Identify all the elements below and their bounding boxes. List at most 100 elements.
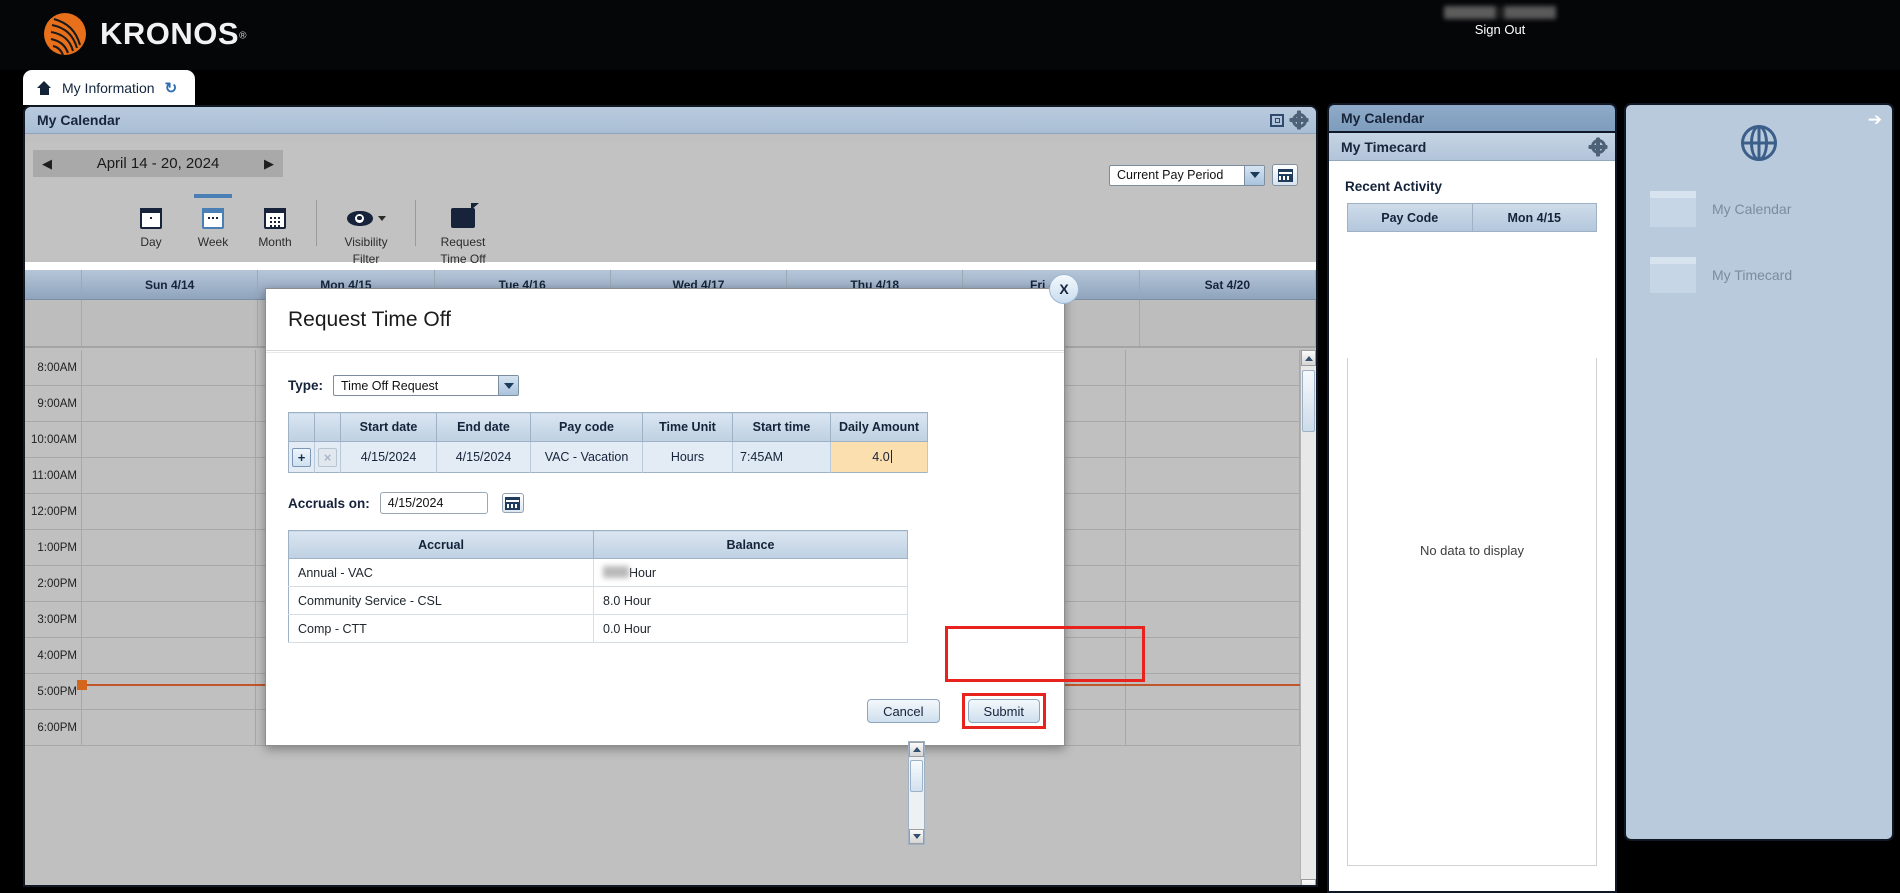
slot-cell[interactable]: [82, 350, 256, 385]
type-select[interactable]: Time Off Request: [333, 375, 520, 396]
all-day-gutter: [25, 300, 82, 346]
eye-icon: [327, 204, 405, 232]
visibility-filter-label2: Filter: [352, 252, 380, 266]
active-view-indicator: [194, 194, 232, 198]
slot-cell[interactable]: [1126, 602, 1300, 637]
launcher-item-my-calendar[interactable]: My Calendar: [1650, 191, 1892, 227]
time-label: 9:00AM: [25, 386, 82, 421]
next-period-button[interactable]: ▶: [264, 156, 274, 172]
chevron-down-icon[interactable]: [498, 376, 519, 395]
slot-cell[interactable]: [1126, 458, 1300, 493]
type-label: Type:: [288, 378, 324, 393]
slot-cell[interactable]: [1126, 350, 1300, 385]
slot-cell[interactable]: [82, 458, 256, 493]
day-header-sun: Sun 4/14: [82, 270, 259, 299]
slot-cell[interactable]: [82, 494, 256, 529]
pay-period-value: Current Pay Period: [1117, 168, 1224, 182]
dialog-buttons: Cancel Submit: [867, 693, 1046, 729]
slot-cell[interactable]: [82, 422, 256, 457]
view-button-day[interactable]: Day: [120, 194, 182, 249]
slot-cell[interactable]: [1126, 674, 1300, 709]
slot-cell[interactable]: [82, 530, 256, 565]
submit-button[interactable]: Submit: [967, 699, 1040, 723]
accruals-scrollbar[interactable]: [908, 741, 925, 845]
add-row-button[interactable]: +: [292, 447, 311, 467]
time-label: 8:00AM: [25, 350, 82, 385]
view-button-month[interactable]: Month: [244, 194, 306, 249]
slot-cell[interactable]: [82, 674, 256, 709]
view-buttons: Day Week Month Visibility Filter Request…: [120, 194, 500, 266]
accruals-balance-table: Accrual Balance Annual - VAC Hour Commun…: [288, 530, 908, 643]
calendar-picker-icon[interactable]: [1272, 164, 1298, 186]
scroll-down-button[interactable]: [1301, 879, 1316, 885]
slot-cell[interactable]: [1126, 566, 1300, 601]
cell-daily-amount[interactable]: 4.0: [830, 441, 928, 473]
accruals-on-label: Accruals on:: [288, 495, 370, 511]
visibility-filter-button[interactable]: Visibility Filter: [327, 194, 405, 266]
slot-cell[interactable]: [82, 602, 256, 637]
tab-my-information[interactable]: My Information ↻: [23, 70, 196, 105]
accruals-date-input[interactable]: 4/15/2024: [379, 492, 488, 514]
column-header-pay-code: Pay code: [530, 412, 643, 442]
scroll-down-button[interactable]: [909, 829, 924, 844]
cell-start-time[interactable]: 7:45AM: [732, 441, 831, 473]
gear-icon[interactable]: [1288, 110, 1310, 130]
view-button-day-label: Day: [140, 235, 162, 249]
calendar-picker-icon[interactable]: [501, 493, 524, 513]
cell-time-unit[interactable]: Hours: [642, 441, 733, 473]
slot-cell[interactable]: [82, 566, 256, 601]
recent-activity-body: [1347, 358, 1597, 866]
request-time-off-button[interactable]: Request Time Off: [426, 194, 500, 266]
cell-start-date[interactable]: 4/15/2024: [340, 441, 437, 473]
type-row: Type: Time Off Request: [288, 375, 1064, 396]
right-panel-my-calendar-header[interactable]: My Calendar: [1327, 103, 1617, 133]
column-header-time-unit: Time Unit: [642, 412, 733, 442]
refresh-icon[interactable]: ↻: [165, 79, 178, 97]
scrollbar-thumb[interactable]: [910, 760, 923, 792]
time-label: 4:00PM: [25, 638, 82, 673]
gear-icon[interactable]: [1587, 137, 1609, 157]
time-label: 3:00PM: [25, 602, 82, 637]
slot-cell[interactable]: [1126, 638, 1300, 673]
prev-period-button[interactable]: ◀: [42, 156, 52, 172]
cell-end-date[interactable]: 4/15/2024: [436, 441, 531, 473]
cell-pay-code[interactable]: VAC - Vacation: [530, 441, 643, 473]
cancel-button[interactable]: Cancel: [867, 699, 940, 723]
slot-cell[interactable]: [1126, 530, 1300, 565]
pay-period-select[interactable]: Current Pay Period: [1109, 164, 1265, 186]
slot-cell[interactable]: [1126, 710, 1300, 745]
sign-out-link[interactable]: Sign Out: [1475, 22, 1526, 37]
view-button-week[interactable]: Week: [182, 194, 244, 249]
scrollbar-thumb[interactable]: [1302, 370, 1315, 432]
tab-label: My Information: [62, 79, 155, 96]
time-label: 12:00PM: [25, 494, 82, 529]
time-label: 1:00PM: [25, 530, 82, 565]
all-day-cell[interactable]: [1140, 300, 1316, 346]
all-day-cell[interactable]: [82, 300, 259, 346]
scroll-up-button[interactable]: [909, 742, 924, 757]
slot-cell[interactable]: [1126, 422, 1300, 457]
launcher-item-my-timecard[interactable]: My Timecard: [1650, 257, 1892, 293]
arrow-right-icon[interactable]: ➔: [1868, 111, 1882, 128]
time-gutter-header: [25, 270, 82, 299]
scroll-up-button[interactable]: [1301, 350, 1316, 366]
table-header-row: Start date End date Pay code Time Unit S…: [288, 412, 928, 442]
close-icon[interactable]: X: [1049, 274, 1079, 304]
chevron-down-icon[interactable]: [1244, 165, 1264, 185]
tab-strip: My Information ↻: [0, 70, 1900, 105]
time-off-request-table: Start date End date Pay code Time Unit S…: [288, 412, 928, 473]
slot-cell[interactable]: [82, 386, 256, 421]
restore-window-icon[interactable]: [1266, 110, 1288, 130]
slot-cell[interactable]: [82, 638, 256, 673]
slot-cell[interactable]: [1126, 494, 1300, 529]
launcher-item-label: My Timecard: [1712, 267, 1793, 283]
delete-row-button[interactable]: ×: [318, 447, 337, 467]
view-button-week-label: Week: [197, 235, 229, 249]
table-row: + × 4/15/2024 4/15/2024 VAC - Vacation H…: [288, 441, 928, 473]
add-row-cell: +: [288, 441, 315, 473]
slot-cell[interactable]: [82, 710, 256, 745]
table-header-row: Pay Code Mon 4/15: [1348, 204, 1596, 231]
calendar-scrollbar[interactable]: [1300, 350, 1316, 885]
slot-cell[interactable]: [1126, 386, 1300, 421]
page-title: My Calendar: [37, 112, 121, 128]
